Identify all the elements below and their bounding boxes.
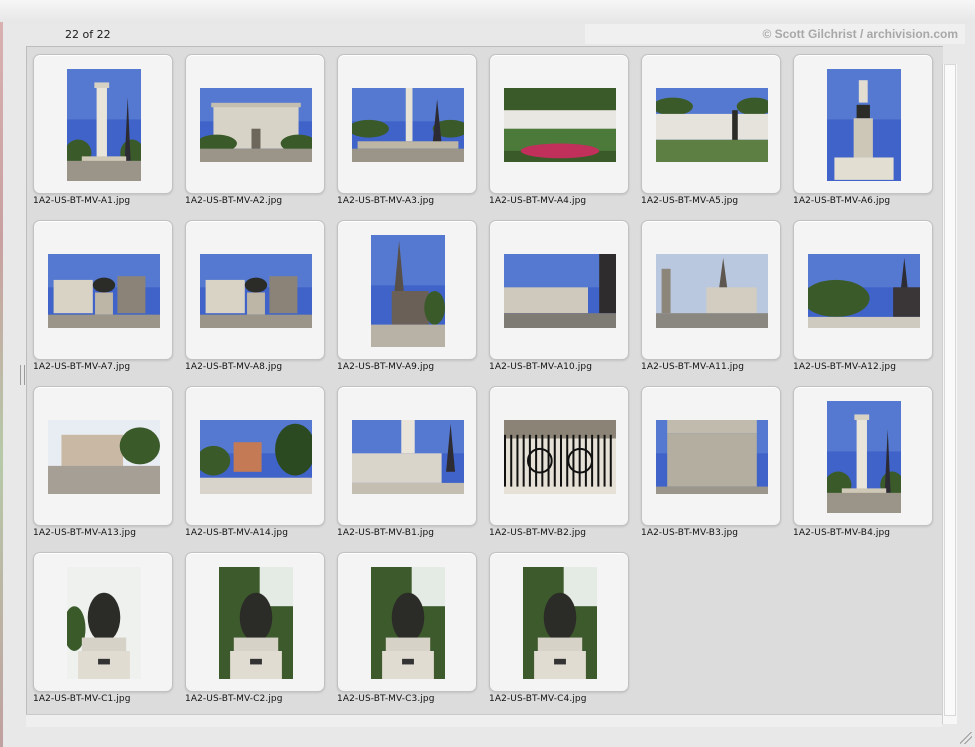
thumbnail-filename: 1A2-US-BT-MV-A2.jpg bbox=[185, 196, 283, 206]
thumbnail-frame[interactable] bbox=[33, 552, 173, 692]
horizontal-scrollbar[interactable] bbox=[26, 714, 942, 727]
thumbnail-filename: 1A2-US-BT-MV-A3.jpg bbox=[337, 196, 435, 206]
thumbnail-frame[interactable] bbox=[641, 54, 781, 194]
thumbnail-frame[interactable] bbox=[489, 220, 629, 360]
thumbnail-image[interactable] bbox=[66, 68, 141, 181]
thumbnail-frame[interactable] bbox=[185, 552, 325, 692]
thumbnail-filename: 1A2-US-BT-MV-A8.jpg bbox=[185, 362, 283, 372]
image-count-label: 22 of 22 bbox=[65, 28, 111, 41]
thumbnail-filename: 1A2-US-BT-MV-B4.jpg bbox=[793, 528, 891, 538]
thumbnail-cell[interactable]: 1A2-US-BT-MV-C3.jpg bbox=[337, 552, 477, 712]
thumbnail-filename: 1A2-US-BT-MV-C2.jpg bbox=[185, 694, 283, 704]
thumbnail-cell[interactable]: 1A2-US-BT-MV-A3.jpg bbox=[337, 54, 477, 214]
thumbnail-filename: 1A2-US-BT-MV-C1.jpg bbox=[33, 694, 131, 704]
thumbnail-image[interactable] bbox=[47, 419, 160, 494]
thumbnail-frame[interactable] bbox=[489, 552, 629, 692]
thumbnail-frame[interactable] bbox=[489, 54, 629, 194]
thumbnail-filename: 1A2-US-BT-MV-B3.jpg bbox=[641, 528, 739, 538]
thumbnail-cell[interactable]: 1A2-US-BT-MV-A10.jpg bbox=[489, 220, 629, 380]
thumbnail-cell[interactable]: 1A2-US-BT-MV-A12.jpg bbox=[793, 220, 933, 380]
thumbnail-filename: 1A2-US-BT-MV-B2.jpg bbox=[489, 528, 587, 538]
thumbnail-frame[interactable] bbox=[33, 386, 173, 526]
thumbnail-filename: 1A2-US-BT-MV-A9.jpg bbox=[337, 362, 435, 372]
thumbnail-filename: 1A2-US-BT-MV-A7.jpg bbox=[33, 362, 131, 372]
thumbnail-filename: 1A2-US-BT-MV-A10.jpg bbox=[489, 362, 593, 372]
thumbnail-image[interactable] bbox=[66, 566, 141, 679]
thumbnail-image[interactable] bbox=[199, 419, 312, 494]
thumbnail-frame[interactable] bbox=[337, 552, 477, 692]
thumbnail-frame[interactable] bbox=[793, 386, 933, 526]
thumbnail-cell[interactable]: 1A2-US-BT-MV-A9.jpg bbox=[337, 220, 477, 380]
thumbnail-frame[interactable] bbox=[337, 220, 477, 360]
thumbnail-image[interactable] bbox=[370, 566, 445, 679]
thumbnail-image[interactable] bbox=[522, 566, 597, 679]
thumbnail-cell[interactable]: 1A2-US-BT-MV-B2.jpg bbox=[489, 386, 629, 546]
thumbnail-image[interactable] bbox=[826, 400, 901, 513]
thumbnail-image[interactable] bbox=[351, 419, 464, 494]
thumbnail-cell[interactable]: 1A2-US-BT-MV-B4.jpg bbox=[793, 386, 933, 546]
thumbnail-image[interactable] bbox=[218, 566, 293, 679]
thumbnail-frame[interactable] bbox=[793, 220, 933, 360]
thumbnail-image[interactable] bbox=[503, 87, 616, 162]
thumbnail-image[interactable] bbox=[47, 253, 160, 328]
thumbnail-cell[interactable]: 1A2-US-BT-MV-A13.jpg bbox=[33, 386, 173, 546]
thumbnail-frame[interactable] bbox=[641, 386, 781, 526]
thumbnail-frame[interactable] bbox=[337, 54, 477, 194]
thumbnail-image[interactable] bbox=[826, 68, 901, 181]
thumbnail-cell[interactable]: 1A2-US-BT-MV-B1.jpg bbox=[337, 386, 477, 546]
thumbnail-cell[interactable]: 1A2-US-BT-MV-A1.jpg bbox=[33, 54, 173, 214]
thumbnail-cell[interactable]: 1A2-US-BT-MV-C4.jpg bbox=[489, 552, 629, 712]
splitter-grip[interactable] bbox=[20, 365, 25, 385]
thumbnail-image[interactable] bbox=[503, 253, 616, 328]
thumbnail-filename: 1A2-US-BT-MV-A11.jpg bbox=[641, 362, 745, 372]
thumbnail-cell[interactable]: 1A2-US-BT-MV-A4.jpg bbox=[489, 54, 629, 214]
thumbnail-frame[interactable] bbox=[337, 386, 477, 526]
copyright-credit: © Scott Gilchrist / archivision.com bbox=[762, 27, 958, 41]
thumbnail-image[interactable] bbox=[199, 253, 312, 328]
thumbnail-filename: 1A2-US-BT-MV-C3.jpg bbox=[337, 694, 435, 704]
thumbnail-frame[interactable] bbox=[793, 54, 933, 194]
thumbnail-frame[interactable] bbox=[185, 54, 325, 194]
thumbnail-cell[interactable]: 1A2-US-BT-MV-B3.jpg bbox=[641, 386, 781, 546]
scrollbar-thumb[interactable] bbox=[944, 64, 956, 716]
resize-grip-icon[interactable] bbox=[960, 732, 972, 744]
thumbnail-filename: 1A2-US-BT-MV-A5.jpg bbox=[641, 196, 739, 206]
thumbnail-filename: 1A2-US-BT-MV-A13.jpg bbox=[33, 528, 137, 538]
thumbnail-cell[interactable]: 1A2-US-BT-MV-C2.jpg bbox=[185, 552, 325, 712]
thumbnail-frame[interactable] bbox=[185, 386, 325, 526]
thumbnail-frame[interactable] bbox=[33, 220, 173, 360]
thumbnail-frame[interactable] bbox=[185, 220, 325, 360]
thumbnail-image[interactable] bbox=[655, 87, 768, 162]
thumbnail-filename: 1A2-US-BT-MV-A14.jpg bbox=[185, 528, 289, 538]
thumbnail-frame[interactable] bbox=[489, 386, 629, 526]
thumbnail-frame[interactable] bbox=[641, 220, 781, 360]
window-top-strip bbox=[0, 0, 975, 23]
thumbnail-filename: 1A2-US-BT-MV-A4.jpg bbox=[489, 196, 587, 206]
thumbnail-image[interactable] bbox=[503, 419, 616, 494]
thumbnail-image[interactable] bbox=[351, 87, 464, 162]
thumbnail-filename: 1A2-US-BT-MV-A12.jpg bbox=[793, 362, 897, 372]
thumbnail-cell[interactable]: 1A2-US-BT-MV-A6.jpg bbox=[793, 54, 933, 214]
thumbnail-image[interactable] bbox=[655, 253, 768, 328]
thumbnail-filename: 1A2-US-BT-MV-C4.jpg bbox=[489, 694, 587, 704]
thumbnail-image[interactable] bbox=[807, 253, 920, 328]
thumbnail-image[interactable] bbox=[199, 87, 312, 162]
thumbnail-image[interactable] bbox=[370, 234, 445, 347]
window-left-accent bbox=[0, 22, 3, 747]
thumbnail-cell[interactable]: 1A2-US-BT-MV-A11.jpg bbox=[641, 220, 781, 380]
thumbnail-image[interactable] bbox=[655, 419, 768, 494]
thumbnail-filename: 1A2-US-BT-MV-B1.jpg bbox=[337, 528, 435, 538]
thumbnail-cell[interactable]: 1A2-US-BT-MV-A2.jpg bbox=[185, 54, 325, 214]
thumbnail-cell[interactable]: 1A2-US-BT-MV-A7.jpg bbox=[33, 220, 173, 380]
thumbnail-filename: 1A2-US-BT-MV-A1.jpg bbox=[33, 196, 131, 206]
thumbnail-frame[interactable] bbox=[33, 54, 173, 194]
thumbnail-filename: 1A2-US-BT-MV-A6.jpg bbox=[793, 196, 891, 206]
thumbnail-cell[interactable]: 1A2-US-BT-MV-A14.jpg bbox=[185, 386, 325, 546]
thumbnail-cell[interactable]: 1A2-US-BT-MV-A5.jpg bbox=[641, 54, 781, 214]
thumbnail-cell[interactable]: 1A2-US-BT-MV-C1.jpg bbox=[33, 552, 173, 712]
thumbnail-cell[interactable]: 1A2-US-BT-MV-A8.jpg bbox=[185, 220, 325, 380]
